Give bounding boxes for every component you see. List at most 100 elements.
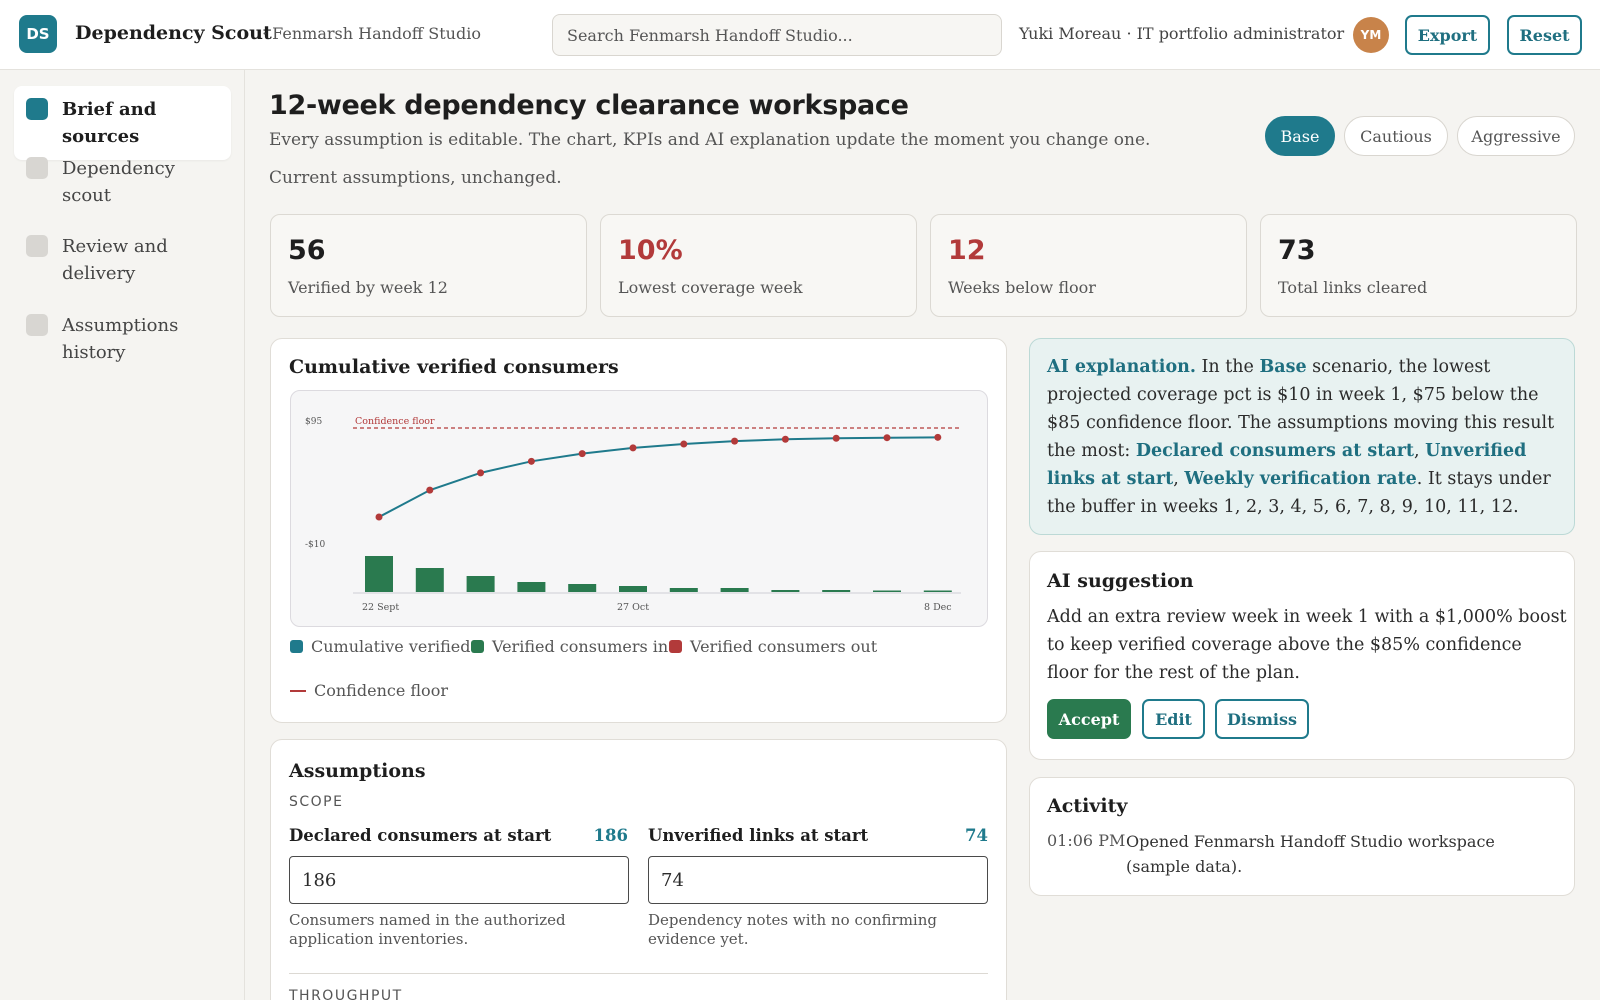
line-point [629,444,637,452]
bar-verified-in [466,576,495,592]
bar-verified-in [923,590,952,592]
chart-svg: $95 -$10 Confidence floor 22 Sept 27 Oct… [305,416,961,613]
app-logo: DS [19,15,57,53]
kpi-label: Total links cleared [1278,278,1428,297]
bar-verified-in [669,588,698,592]
kpi-card-weeks-below: 12 Weeks below floor [930,214,1247,317]
field-label: Unverified links at start [648,826,869,845]
legend-label: Confidence floor [314,681,448,700]
bar-verified-in [568,584,597,592]
ai-suggestion-text: Add an extra review week in week 1 with … [1047,607,1567,683]
line-point [731,437,739,445]
kpi-card-lowest-coverage: 10% Lowest coverage week [600,214,917,317]
sidebar-item-review[interactable]: Review and delivery [14,223,231,297]
field-help: Dependency notes with no confirming evid… [648,911,937,948]
line-cumulative-verified [378,436,938,518]
line-point [477,469,485,477]
line-point [527,457,535,465]
y-tick-label: -$10 [305,540,325,550]
line-point [832,434,840,442]
field-value: 186 [593,826,628,845]
line-point [883,434,891,442]
chart-area: $95 -$10 Confidence floor 22 Sept 27 Oct… [290,390,988,627]
bar-verified-in [619,586,647,592]
x-tick-label: 27 Oct [617,602,649,613]
ai-explanation-text: , [1414,441,1426,461]
dismiss-button[interactable]: Dismiss [1215,699,1309,739]
section-label-scope: SCOPE [289,794,344,810]
edit-button[interactable]: Edit [1142,699,1205,739]
kpi-label: Weeks below floor [948,278,1096,297]
divider [289,973,988,974]
chart-title: Cumulative verified consumers [289,356,619,378]
bars-layer [365,556,952,592]
line-point [934,433,942,441]
confidence-floor-label: Confidence floor [355,416,435,427]
field-help: Consumers named in the authorized applic… [289,911,566,948]
workspace-name: · Fenmarsh Handoff Studio [262,24,481,43]
scenario-aggressive-button[interactable]: Aggressive [1457,116,1575,156]
line-point [781,435,789,443]
line-point [375,513,383,521]
y-tick-label: $95 [305,417,322,427]
legend-label: Cumulative verified [311,637,471,656]
ai-suggestion-title: AI suggestion [1047,570,1194,592]
accept-button[interactable]: Accept [1047,699,1131,739]
unverified-links-input[interactable] [648,856,988,904]
sidebar: Brief and sources Dependency scout Revie… [0,70,245,1000]
legend-swatch [290,640,303,653]
kpi-card-links-cleared: 73 Total links cleared [1260,214,1577,317]
x-tick-label: 22 Sept [362,602,399,613]
section-label-throughput: THROUGHPUT [289,988,403,1000]
sidebar-item-icon [26,235,48,257]
legend-label: Verified consumers in [492,637,669,656]
line-point [426,486,434,494]
legend-item-cumulative: Cumulative verified [290,637,470,656]
legend-swatch [471,640,484,653]
legend-item-out: Verified consumers out [669,637,877,656]
bar-verified-in [517,582,546,592]
kpi-card-verified: 56 Verified by week 12 [270,214,587,317]
legend-item-in: Verified consumers in [471,637,668,656]
field-label: Declared consumers at start [289,826,552,845]
kpi-value: 73 [1278,235,1316,266]
x-tick-label: 8 Dec [924,602,952,613]
search-input[interactable] [552,14,1002,56]
declared-consumers-input[interactable] [289,856,629,904]
status-text: Current assumptions, unchanged. [269,168,562,188]
activity-time: 01:06 PM [1047,831,1126,850]
legend-swatch [669,640,682,653]
sidebar-item-icon [26,98,48,120]
activity-title: Activity [1047,795,1128,817]
app-title: Dependency Scout [75,22,272,44]
assumptions-title: Assumptions [289,760,426,782]
sidebar-item-label: Review and delivery [62,236,168,284]
ai-explanation: AI explanation. In the Base scenario, th… [1029,338,1575,535]
line-layer [375,433,942,521]
sidebar-item-assumptions-history[interactable]: Assumptions history [14,302,231,376]
sidebar-item-label: Assumptions history [62,315,179,363]
page-subtitle: Every assumption is editable. The chart,… [269,130,1151,150]
line-point [680,440,688,448]
assumption-ref: Weekly verification rate [1184,469,1417,489]
kpi-label: Verified by week 12 [288,278,448,297]
ai-explanation-text: , [1173,469,1185,489]
legend-item-floor: Confidence floor [290,681,448,700]
user-name: Yuki Moreau · IT portfolio administrator [1019,24,1345,43]
scenario-base-button[interactable]: Base [1265,116,1335,156]
bar-verified-in [415,568,444,592]
legend-swatch [290,689,306,692]
top-bar: DS Dependency Scout · Fenmarsh Handoff S… [0,0,1600,70]
reset-button[interactable]: Reset [1507,15,1582,55]
kpi-value: 10% [618,235,683,266]
activity-text: Opened Fenmarsh Handoff Studio workspace… [1126,832,1495,876]
legend-label: Verified consumers out [690,637,878,656]
avatar[interactable]: YM [1353,17,1389,53]
scenario-cautious-button[interactable]: Cautious [1344,116,1448,156]
kpi-label: Lowest coverage week [618,278,803,297]
sidebar-item-dependency-scout[interactable]: Dependency scout [14,145,231,219]
sidebar-item-icon [26,157,48,179]
export-button[interactable]: Export [1405,15,1490,55]
ai-explanation-text: In the [1195,357,1260,377]
sidebar-item-label: Dependency scout [62,158,175,206]
